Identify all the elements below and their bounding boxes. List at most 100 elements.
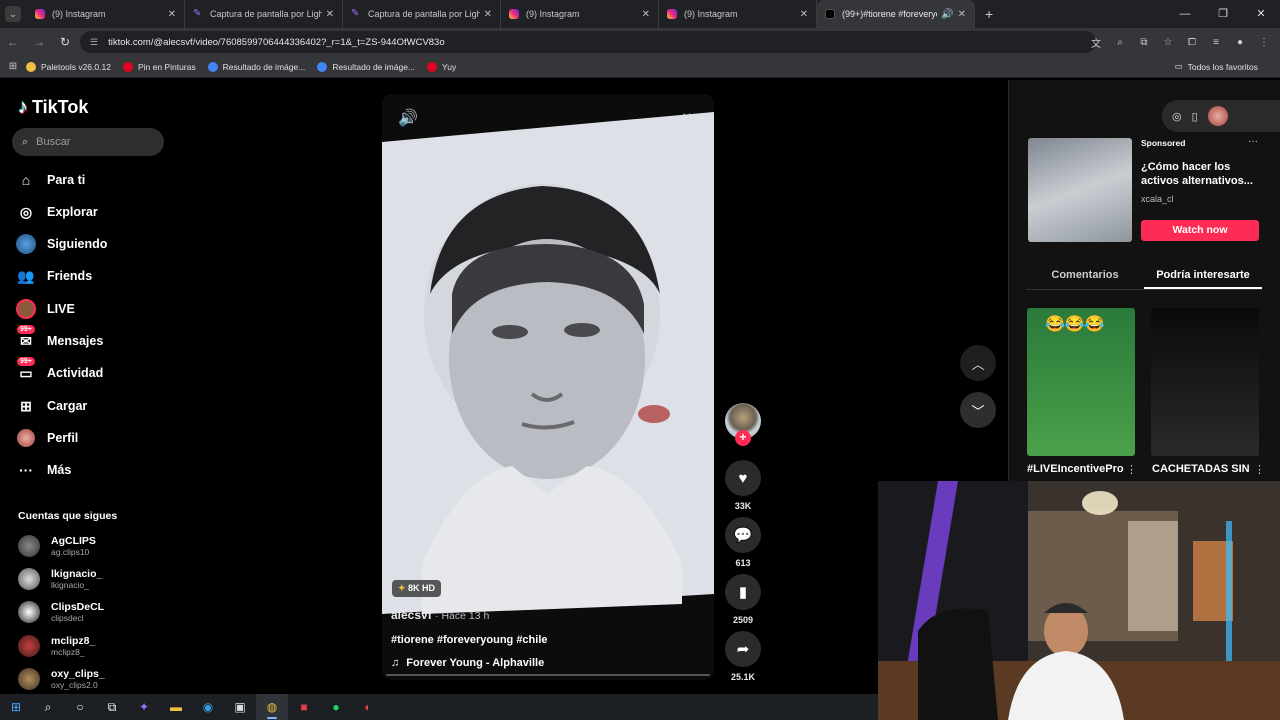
ad-brand[interactable]: xcala_cl: [1141, 194, 1174, 204]
install-app-icon[interactable]: ⧉: [1136, 37, 1152, 48]
recommended-title[interactable]: CACHETADAS SIN: [1152, 463, 1250, 475]
browser-tab[interactable]: (9) Instagram ✕: [501, 0, 659, 28]
account-username: oxy_clips2.0: [51, 680, 98, 690]
ad-more-icon[interactable]: ···: [1248, 136, 1258, 147]
recommended-video-thumbnail[interactable]: [1151, 308, 1259, 456]
close-tab-icon[interactable]: ✕: [958, 9, 966, 20]
user-avatar[interactable]: [1207, 106, 1228, 126]
ad-thumbnail[interactable]: [1028, 138, 1132, 242]
sidebar-item-actividad[interactable]: ▭ 99+ Actividad: [16, 357, 103, 383]
sidebar-item-explorar[interactable]: ◎ Explorar: [16, 202, 98, 222]
sidebar-item-mensajes[interactable]: ✉ 99+ Mensajes: [16, 325, 103, 351]
apps-grid-icon[interactable]: ⊞: [0, 61, 26, 72]
edge-icon[interactable]: ◉: [192, 694, 224, 720]
account-name: lkignacio_: [51, 568, 103, 580]
following-account[interactable]: ClipsDeCL clipsdecl: [18, 601, 104, 623]
browser-tab[interactable]: (9) Instagram ✕: [27, 0, 185, 28]
tab-comentarios[interactable]: Comentarios: [1026, 264, 1144, 289]
zoom-icon[interactable]: ⌕: [1112, 37, 1128, 48]
bookmark[interactable]: Pin en Pinturas: [122, 61, 196, 72]
new-tab-button[interactable]: +: [985, 6, 993, 22]
video-author[interactable]: alecsvf · Hace 13 h: [391, 608, 489, 622]
bookmark[interactable]: Resultado de imáge...: [317, 61, 415, 72]
app-red-icon[interactable]: ■: [288, 694, 320, 720]
store-icon[interactable]: ▣: [224, 694, 256, 720]
following-account[interactable]: mclipz8_ mclipz8_: [18, 635, 95, 657]
recommended-more-icon[interactable]: ⋮: [1254, 463, 1265, 476]
close-tab-icon[interactable]: ✕: [326, 9, 334, 20]
browser-tab[interactable]: ✎ Captura de pantalla por Lightsh ✕: [185, 0, 343, 28]
sidebar-item-friends[interactable]: 👥 Friends: [16, 266, 92, 286]
search-icon[interactable]: ⌕: [32, 694, 64, 720]
speaker-icon[interactable]: 🔊: [941, 9, 953, 20]
url-field[interactable]: ☰ tiktok.com/@alecsvf/video/760859970644…: [80, 31, 1096, 53]
sidebar-item-cargar[interactable]: ⊞ Cargar: [16, 396, 87, 416]
extensions-icon[interactable]: ⧠: [1184, 37, 1200, 48]
tiktok-logo[interactable]: ♪ TikTok: [18, 96, 88, 119]
back-icon[interactable]: ←: [0, 35, 26, 49]
bookmark[interactable]: Yuy: [427, 61, 456, 72]
recommended-more-icon[interactable]: ⋮: [1126, 463, 1137, 476]
file-explorer-icon[interactable]: ▬: [160, 694, 192, 720]
windows-start-icon[interactable]: ⊞: [0, 694, 32, 720]
following-account[interactable]: lkignacio_ lkignacio_: [18, 568, 102, 590]
bookmark[interactable]: Resultado de imáge...: [207, 61, 305, 72]
close-tab-icon[interactable]: ✕: [800, 9, 808, 20]
restore-icon[interactable]: ❐: [1204, 0, 1242, 28]
next-video-button[interactable]: ﹀: [960, 392, 996, 428]
device-icon[interactable]: ▯: [1192, 110, 1198, 123]
recommended-title[interactable]: #LIVEIncentivePro: [1027, 463, 1124, 475]
follow-plus-button[interactable]: +: [735, 430, 751, 446]
sidebar-item-para-ti[interactable]: ⌂ Para ti: [16, 170, 85, 190]
obs-icon[interactable]: ◐: [352, 694, 384, 720]
quality-badge: ✦ 8K HD: [392, 580, 442, 597]
translate-icon[interactable]: 文: [1088, 35, 1104, 50]
copilot-icon[interactable]: ✦: [128, 694, 160, 720]
music-link[interactable]: ♫ Forever Young - Alphaville: [391, 657, 544, 669]
forward-icon[interactable]: →: [26, 35, 52, 49]
volume-icon[interactable]: 🔊: [398, 108, 418, 128]
chrome-icon[interactable]: ◍: [256, 694, 288, 720]
sidebar-item-live[interactable]: LIVE: [16, 299, 75, 319]
watch-now-button[interactable]: Watch now: [1141, 220, 1259, 241]
video-more-icon[interactable]: ···: [682, 106, 698, 121]
search-input[interactable]: ⌕ Buscar: [12, 128, 164, 156]
site-info-icon[interactable]: ☰: [90, 37, 98, 48]
tab-podria-interesarte[interactable]: Podría interesarte: [1144, 264, 1262, 289]
bookmark-star-icon[interactable]: ☆: [1160, 37, 1176, 48]
video-progress-bar[interactable]: [386, 674, 710, 676]
save-button[interactable]: ▮ 2509: [724, 574, 762, 625]
close-window-icon[interactable]: ✕: [1242, 0, 1280, 28]
ad-title[interactable]: ¿Cómo hacer los activos alternativos...: [1141, 160, 1261, 188]
reading-list-icon[interactable]: ≡: [1208, 37, 1224, 48]
compass-icon[interactable]: ◎: [1172, 110, 1182, 123]
sidebar-item-siguiendo[interactable]: Siguiendo: [16, 234, 107, 254]
like-button[interactable]: ♥ 33K: [724, 460, 762, 511]
reload-icon[interactable]: ↻: [52, 35, 78, 49]
close-tab-icon[interactable]: ✕: [484, 9, 492, 20]
comment-button[interactable]: 💬 613: [724, 517, 762, 568]
browser-tab[interactable]: (9) Instagram ✕: [659, 0, 817, 28]
browser-tab-active[interactable]: (99+)#tiorene #foreveryoun 🔊 ✕: [817, 0, 975, 28]
close-tab-icon[interactable]: ✕: [168, 9, 176, 20]
video-player[interactable]: 🔊 ··· ✦ 8K HD alecsvf · Hace 13 h #tiore…: [382, 94, 714, 680]
video-caption[interactable]: #tiorene #foreveryoung #chile: [391, 634, 548, 646]
sidebar-item-perfil[interactable]: Perfil: [16, 428, 78, 448]
browser-menu-icon[interactable]: ⋮: [1256, 37, 1272, 48]
recommended-video-thumbnail[interactable]: 😂😂😂: [1027, 308, 1135, 456]
profile-avatar-icon[interactable]: ●: [1232, 37, 1248, 48]
browser-tab[interactable]: ✎ Captura de pantalla por Lightsh ✕: [343, 0, 501, 28]
close-tab-icon[interactable]: ✕: [642, 9, 650, 20]
task-view-icon[interactable]: ⧉: [96, 694, 128, 720]
following-account[interactable]: oxy_clips_ oxy_clips2.0: [18, 668, 105, 690]
all-bookmarks-button[interactable]: ▭ Todos los favoritos: [1175, 61, 1258, 72]
cortana-icon[interactable]: ○: [64, 694, 96, 720]
sidebar-item-mas[interactable]: ··· Más: [16, 460, 71, 480]
bookmark[interactable]: Paletools v26.0.12: [26, 61, 111, 72]
share-button[interactable]: ➦ 25.1K: [724, 631, 762, 682]
minimize-icon[interactable]: —: [1166, 0, 1204, 28]
previous-video-button[interactable]: ︿: [960, 345, 996, 381]
spotify-icon[interactable]: ●: [320, 694, 352, 720]
following-account[interactable]: AgCLIPS ag.clips10: [18, 535, 96, 557]
tab-search-icon[interactable]: ⌄: [5, 6, 21, 22]
